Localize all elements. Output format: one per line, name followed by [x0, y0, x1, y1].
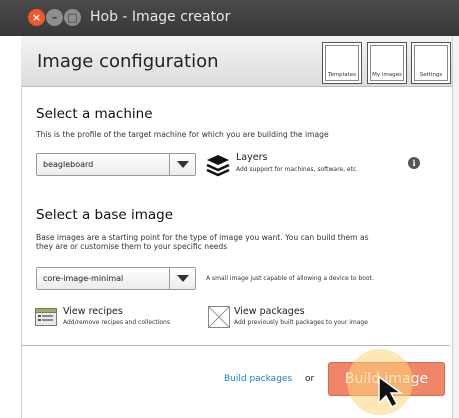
view-recipes-description: Add/remove recipes and collections — [63, 319, 170, 326]
view-recipes-link[interactable]: View recipes — [63, 306, 123, 317]
header-bar: Image configuration Templates My images … — [21, 36, 459, 87]
base-image-select-description: A small image just capable of allowing a… — [206, 275, 374, 282]
minimize-window-button[interactable]: – — [46, 9, 63, 26]
title-bar[interactable]: × – □ Hob - Image creator — [0, 0, 459, 36]
packages-icon[interactable] — [208, 306, 230, 328]
machine-description: This is the profile of the target machin… — [36, 130, 329, 139]
machine-select[interactable]: beagleboard — [36, 153, 196, 176]
templates-button[interactable]: Templates — [322, 42, 362, 84]
machine-section-title: Select a machine — [36, 106, 153, 122]
base-image-description-line2: they are or customise them to your speci… — [36, 242, 228, 251]
page-title: Image configuration — [37, 51, 219, 72]
view-packages-link[interactable]: View packages — [234, 306, 305, 317]
base-image-select[interactable]: core-image-minimal — [36, 267, 196, 290]
my-images-label: My images — [372, 72, 402, 78]
maximize-window-button[interactable]: □ — [64, 9, 81, 26]
layers-icon[interactable] — [206, 153, 230, 177]
layers-description: Add support for machines, software, etc — [236, 166, 357, 173]
chevron-down-icon[interactable] — [169, 268, 195, 289]
layers-link[interactable]: Layers — [236, 152, 267, 163]
main-content: Select a machine This is the profile of … — [21, 87, 459, 418]
view-packages-description: Add previously built packages to your im… — [234, 319, 368, 326]
close-window-button[interactable]: × — [28, 9, 45, 26]
my-images-button[interactable]: My images — [367, 42, 407, 84]
info-icon[interactable]: i — [408, 157, 420, 169]
build-packages-link[interactable]: Build packages — [224, 374, 292, 384]
templates-label: Templates — [328, 72, 356, 78]
base-image-section-title: Select a base image — [36, 207, 174, 223]
settings-button[interactable]: Settings — [411, 42, 451, 84]
machine-select-value: beagleboard — [43, 160, 94, 169]
chevron-down-icon[interactable] — [169, 154, 195, 175]
settings-label: Settings — [419, 72, 443, 78]
or-label: or — [305, 374, 315, 384]
mouse-cursor-icon — [378, 375, 404, 409]
recipes-icon[interactable] — [35, 306, 57, 328]
window-right-edge — [452, 36, 459, 418]
hob-window: × – □ Hob - Image creator Image configur… — [0, 0, 459, 418]
base-image-select-value: core-image-minimal — [43, 274, 124, 283]
window-title: Hob - Image creator — [90, 9, 231, 25]
footer-divider — [22, 345, 450, 346]
